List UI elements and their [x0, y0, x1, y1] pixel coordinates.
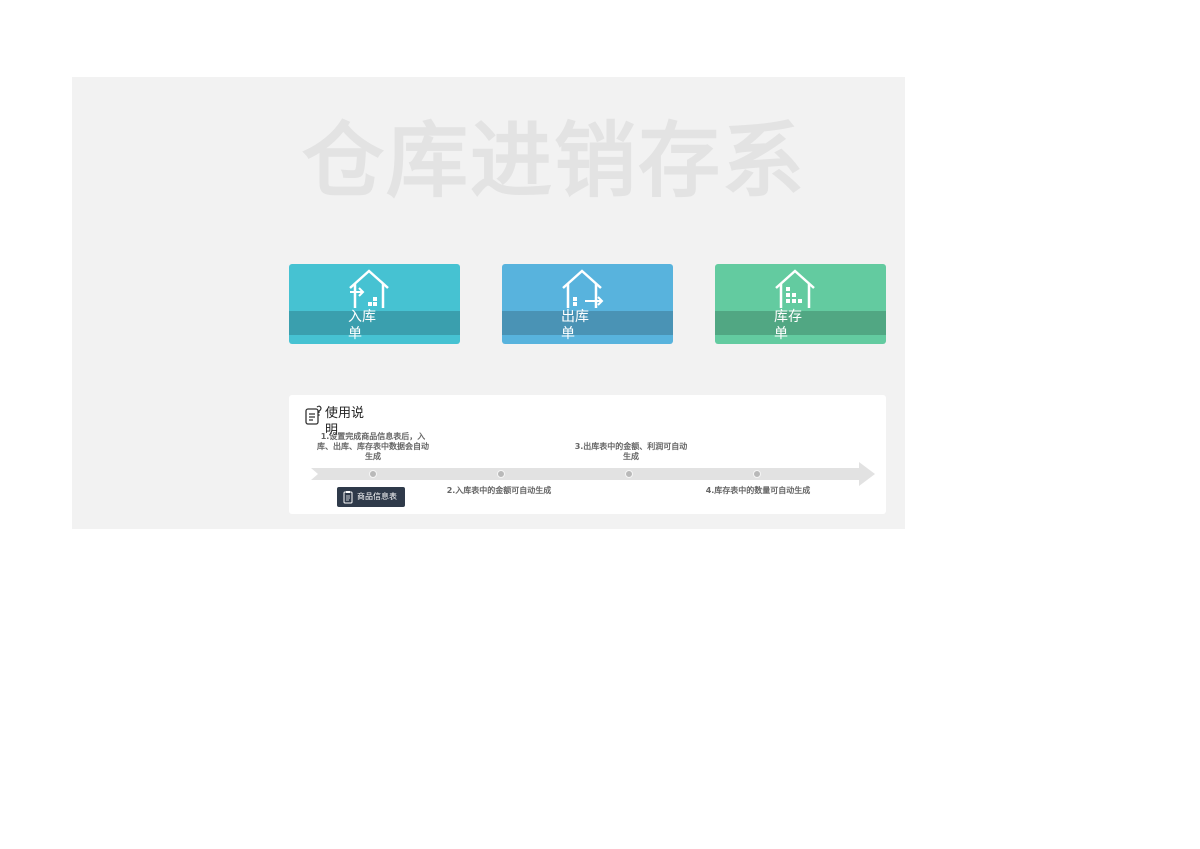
- inventory-order-label: 库存单: [774, 309, 802, 342]
- outbound-order-tile[interactable]: 出库单: [502, 264, 673, 344]
- house-inbound-icon: [349, 269, 389, 308]
- instruction-step-4: 4.库存表中的数量可自动生成: [705, 486, 811, 495]
- instruction-step-3: 3.出库表中的金额、利润可自动生成: [574, 442, 688, 461]
- house-inventory-icon: [775, 269, 815, 308]
- timeline-arrow: [311, 462, 875, 486]
- dashboard-sheet: 仓库进销存系 入库单 出库单 库存单 使用说明 1.设置完成商品信息表后，入库、…: [72, 77, 905, 529]
- inbound-order-tile[interactable]: 入库单: [289, 264, 460, 344]
- system-title-watermark: 仓库进销存系: [302, 114, 807, 209]
- inbound-order-label: 入库单: [348, 309, 376, 342]
- instructions-panel: 使用说明 1.设置完成商品信息表后，入库、出库、库存表中数据会自动生成 2.入库…: [289, 395, 886, 514]
- notes-icon: [305, 405, 322, 425]
- product-info-button-label: 商品信息表: [357, 492, 397, 501]
- clipboard-icon: [343, 491, 353, 504]
- product-info-button[interactable]: 商品信息表: [337, 487, 405, 507]
- instruction-step-2: 2.入库表中的金额可自动生成: [446, 486, 552, 495]
- outbound-order-label: 出库单: [561, 309, 589, 342]
- instruction-step-1: 1.设置完成商品信息表后，入库、出库、库存表中数据会自动生成: [317, 432, 429, 461]
- inventory-order-tile[interactable]: 库存单: [715, 264, 886, 344]
- house-outbound-icon: [562, 269, 604, 308]
